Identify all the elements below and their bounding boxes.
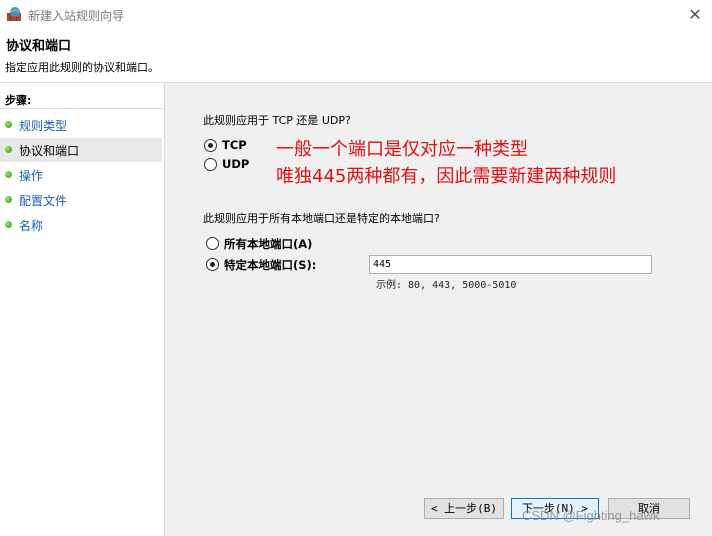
sidebar-item-profile[interactable]: 配置文件: [0, 188, 162, 212]
all-ports-label: 所有本地端口(A): [224, 237, 313, 251]
annotation-line-2: 唯独445两种都有，因此需要新建两种规则: [276, 166, 617, 187]
steps-sidebar: 步骤: 规则类型 协议和端口 操作 配置文件 名称: [0, 83, 165, 536]
specific-ports-label: 特定本地端口(S):: [224, 258, 317, 272]
radio-checked-icon: [204, 139, 217, 152]
steps-heading: 步骤:: [5, 94, 32, 107]
divider: [0, 108, 164, 109]
radio-checked-icon: [206, 258, 219, 271]
page-title: 协议和端口: [6, 39, 72, 54]
radio-unchecked-icon: [204, 158, 217, 171]
radio-unchecked-icon: [206, 237, 219, 250]
protocol-question: 此规则应用于 TCP 还是 UDP?: [203, 114, 351, 127]
udp-label: UDP: [222, 157, 250, 171]
bullet-icon: [5, 171, 12, 178]
watermark-text: CSDN @Fighting_hawk: [522, 508, 660, 523]
sidebar-item-label: 名称: [19, 219, 44, 233]
sidebar-item-rule-type[interactable]: 规则类型: [0, 113, 162, 137]
sidebar-item-protocol-ports[interactable]: 协议和端口: [0, 138, 162, 162]
bullet-icon: [5, 146, 12, 153]
firewall-app-icon: [7, 7, 21, 21]
port-question: 此规则应用于所有本地端口还是特定的本地端口?: [203, 212, 440, 225]
sidebar-item-name[interactable]: 名称: [0, 213, 162, 237]
sidebar-item-label: 规则类型: [19, 119, 68, 133]
bullet-icon: [5, 121, 12, 128]
title-bar: 新建入站规则向导 ✕: [0, 0, 712, 30]
sidebar-item-label: 配置文件: [19, 194, 68, 208]
ports-example-text: 示例: 80, 443, 5000-5010: [376, 280, 517, 291]
sidebar-item-label: 协议和端口: [19, 144, 80, 158]
bullet-icon: [5, 196, 12, 203]
sidebar-item-action[interactable]: 操作: [0, 163, 162, 187]
bullet-icon: [5, 221, 12, 228]
back-button[interactable]: < 上一步(B): [424, 498, 504, 519]
sidebar-item-label: 操作: [19, 169, 44, 183]
window-title: 新建入站规则向导: [28, 9, 125, 23]
page-description: 指定应用此规则的协议和端口。: [5, 61, 159, 74]
ports-input[interactable]: 445: [369, 255, 652, 274]
tcp-label: TCP: [222, 138, 247, 152]
close-icon[interactable]: ✕: [684, 4, 706, 26]
annotation-line-1: 一般一个端口是仅对应一种类型: [276, 139, 528, 160]
wizard-header: 协议和端口 指定应用此规则的协议和端口。: [0, 30, 712, 83]
